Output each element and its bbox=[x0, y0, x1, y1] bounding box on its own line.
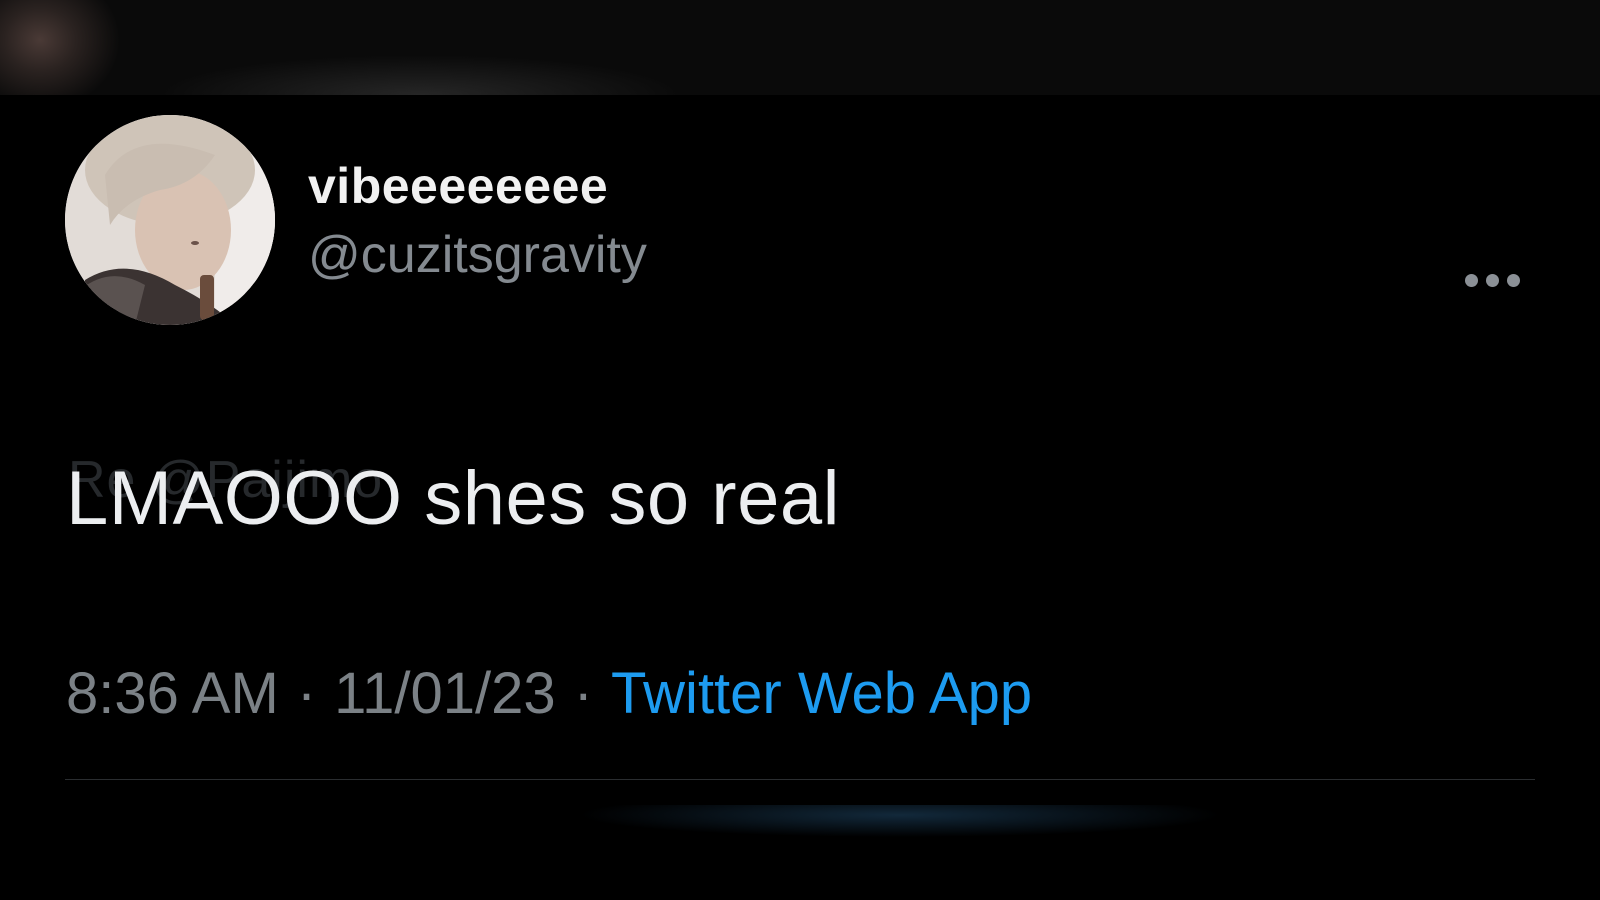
avatar[interactable] bbox=[65, 115, 275, 325]
tweet-text: LMAOOO shes so real bbox=[66, 456, 840, 541]
more-options-icon[interactable] bbox=[1465, 270, 1529, 290]
dot bbox=[1486, 273, 1499, 287]
meta-separator: · bbox=[573, 661, 593, 726]
dot bbox=[1507, 273, 1520, 287]
tweet-card: vibeeeeeeee @cuzitsgravity Re @Pajjimo L… bbox=[0, 95, 1600, 805]
avatar-photo-icon bbox=[65, 115, 275, 325]
tweet-date[interactable]: 11/01/23 bbox=[334, 661, 555, 726]
dot bbox=[1465, 273, 1478, 287]
author-display-name[interactable]: vibeeeeeeee bbox=[308, 157, 608, 215]
blurred-footer-background bbox=[0, 805, 1600, 900]
author-handle[interactable]: @cuzitsgravity bbox=[308, 225, 647, 285]
blurred-header-background bbox=[0, 0, 1600, 95]
tweet-source-link[interactable]: Twitter Web App bbox=[611, 661, 1032, 726]
tweet-time[interactable]: 8:36 AM bbox=[66, 661, 279, 726]
meta-separator: · bbox=[296, 661, 317, 726]
divider bbox=[65, 779, 1535, 780]
tweet-meta: 8:36 AM · 11/01/23 · Twitter Web App bbox=[66, 660, 1032, 727]
